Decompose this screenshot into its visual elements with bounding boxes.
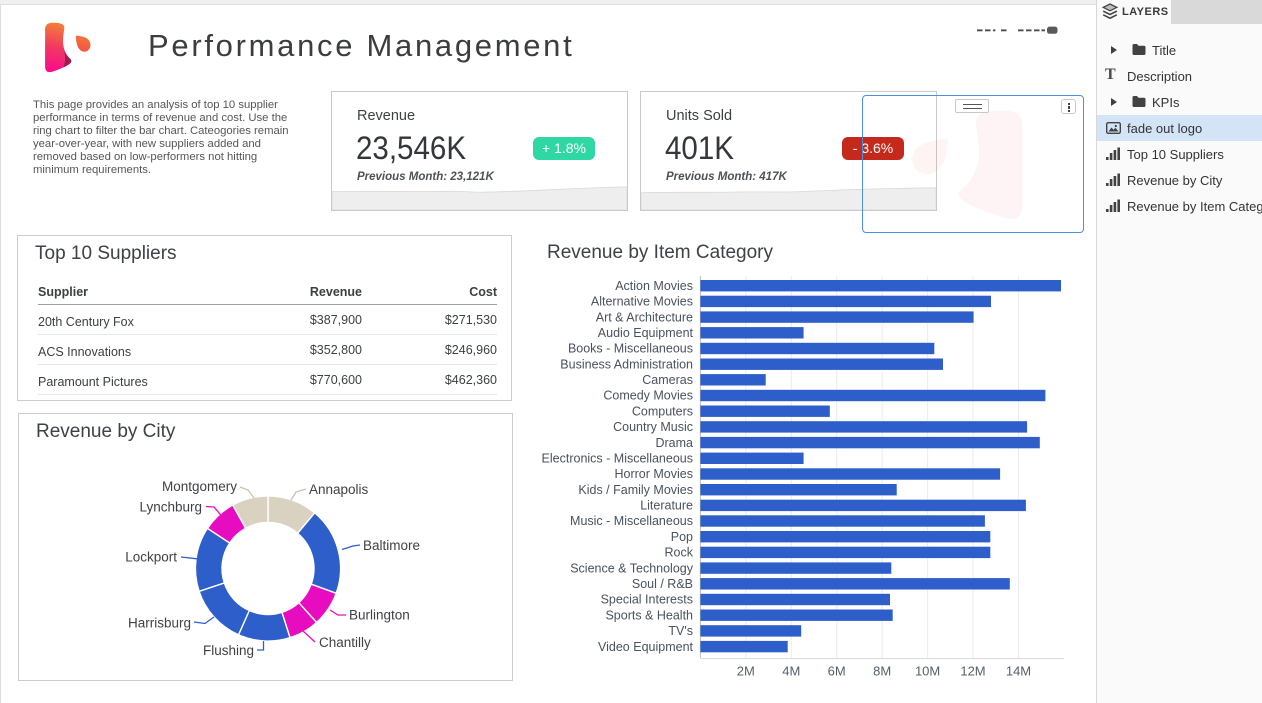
svg-text:Kids / Family Movies: Kids / Family Movies [578,483,693,497]
svg-text:Drama: Drama [655,436,693,450]
svg-text:Music - Miscellaneous: Music - Miscellaneous [570,514,693,528]
svg-text:Lockport: Lockport [125,550,177,565]
svg-text:Science & Technology: Science & Technology [570,561,694,575]
svg-text:Horror Movies: Horror Movies [615,467,694,481]
svg-text:Electronics - Miscellaneous: Electronics - Miscellaneous [542,452,693,466]
svg-text:4M: 4M [782,664,800,679]
svg-text:8M: 8M [873,664,891,679]
svg-text:Special Interests: Special Interests [601,593,693,607]
svg-text:6M: 6M [828,664,846,679]
svg-text:Soul / R&B: Soul / R&B [632,577,693,591]
svg-text:Computers: Computers [632,404,693,418]
svg-text:Rock: Rock [665,546,694,560]
svg-text:12M: 12M [960,664,985,679]
svg-text:Flushing: Flushing [203,643,254,658]
svg-text:Baltimore: Baltimore [363,538,420,553]
svg-text:Books - Miscellaneous: Books - Miscellaneous [568,342,693,356]
svg-text:Audio Equipment: Audio Equipment [598,326,694,340]
svg-text:Lynchburg: Lynchburg [139,500,202,515]
svg-text:Annapolis: Annapolis [309,482,369,497]
svg-text:Cameras: Cameras [642,373,693,387]
svg-text:Pop: Pop [671,530,693,544]
svg-text:Alternative Movies: Alternative Movies [591,295,693,309]
svg-text:Action Movies: Action Movies [615,279,693,293]
svg-text:Sports & Health: Sports & Health [605,608,693,622]
svg-text:TV's: TV's [668,624,693,638]
svg-text:Video Equipment: Video Equipment [598,640,694,654]
svg-text:10M: 10M [915,664,940,679]
svg-text:2M: 2M [737,664,755,679]
svg-text:Chantilly: Chantilly [319,635,371,650]
svg-text:Country Music: Country Music [613,420,693,434]
svg-text:Comedy Movies: Comedy Movies [603,389,693,403]
svg-text:Montgomery: Montgomery [162,479,237,494]
svg-text:Harrisburg: Harrisburg [128,616,191,631]
svg-text:Literature: Literature [640,499,693,513]
svg-text:14M: 14M [1006,664,1031,679]
svg-text:Burlington: Burlington [349,608,410,623]
svg-text:Business Administration: Business Administration [560,357,693,371]
svg-text:Art & Architecture: Art & Architecture [596,310,693,324]
